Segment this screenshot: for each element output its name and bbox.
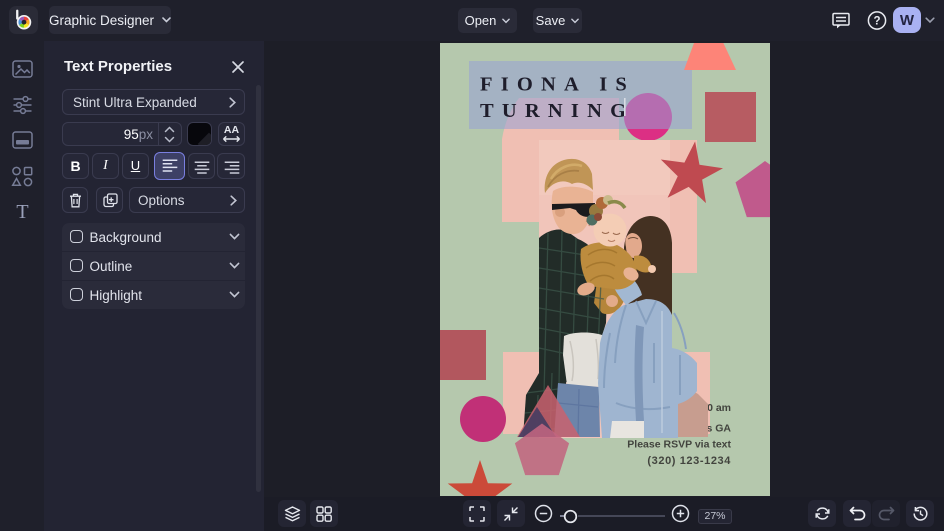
svg-text:FIONA IS: FIONA IS xyxy=(480,74,635,96)
svg-text:Please RSVP via text: Please RSVP via text xyxy=(627,439,731,451)
svg-text:TURNING: TURNING xyxy=(480,100,634,122)
svg-text:?: ? xyxy=(873,16,880,28)
svg-text:(320) 123-1234: (320) 123-1234 xyxy=(647,455,731,467)
svg-text:AA: AA xyxy=(224,124,240,136)
svg-text:T: T xyxy=(16,201,28,221)
svg-text:0 am: 0 am xyxy=(707,402,731,414)
svg-text:s GA: s GA xyxy=(706,423,731,435)
